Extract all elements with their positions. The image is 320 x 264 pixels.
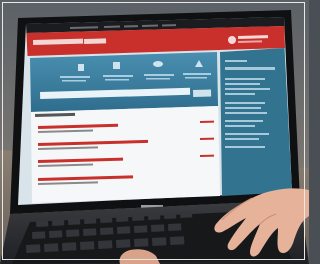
content-panel	[30, 52, 218, 112]
site-logo-icon	[228, 36, 236, 44]
search-button	[193, 89, 212, 97]
laptop-photo	[0, 0, 309, 264]
results-list	[31, 106, 220, 203]
